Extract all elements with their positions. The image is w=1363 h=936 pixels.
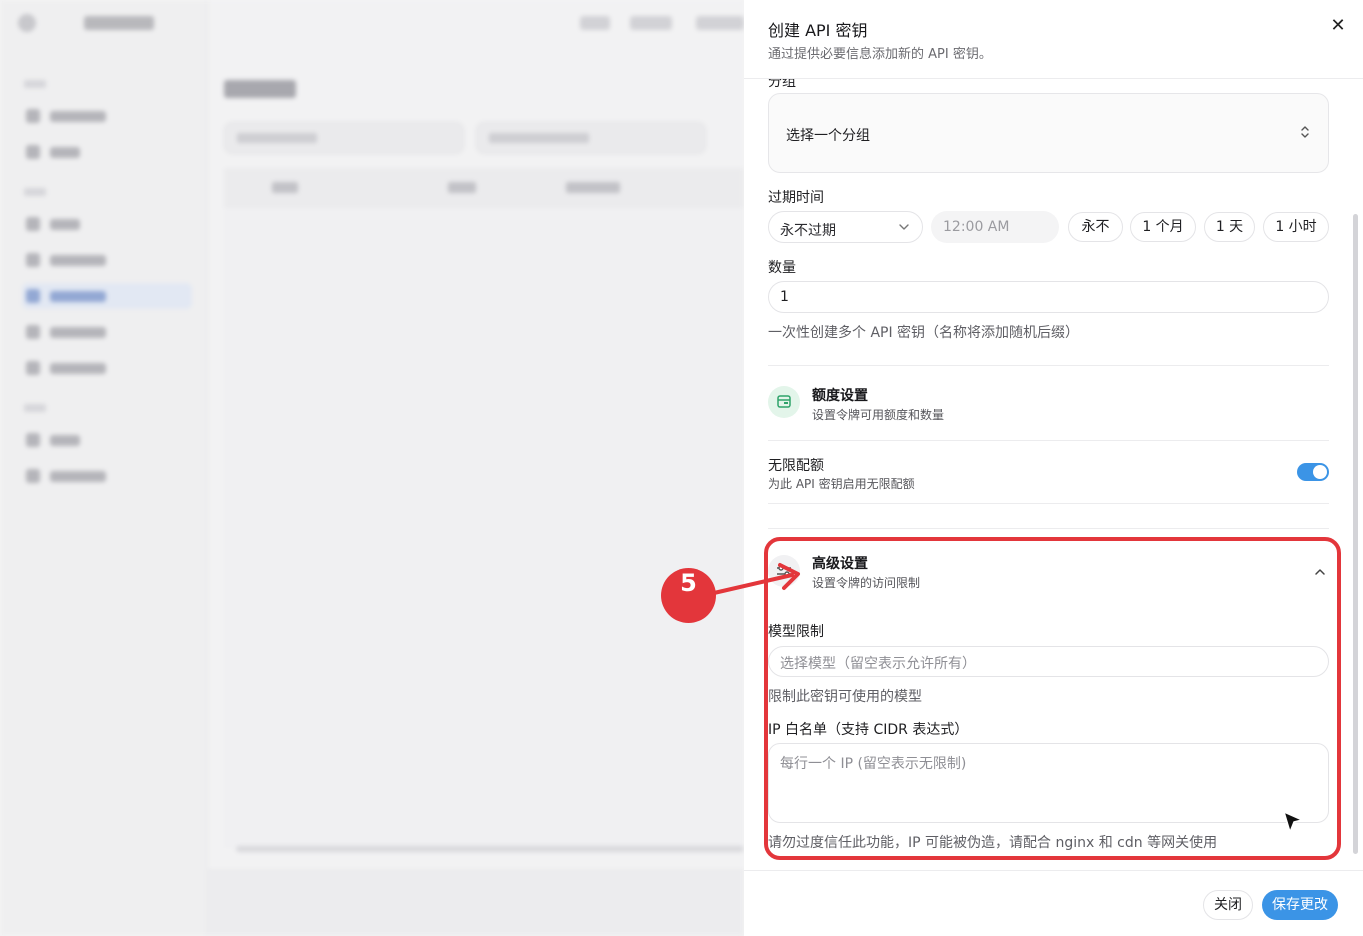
sidebar-item <box>22 355 192 381</box>
ip-whitelist-placeholder: 每行一个 IP (留空表示无限制) <box>780 756 967 772</box>
drawer-body: 分组 选择一个分组 过期时间 永不过期 12:00 AM 永不 1 个月 1 天… <box>744 79 1363 870</box>
divider <box>768 528 1329 529</box>
ip-whitelist-help: 请勿过度信任此功能，IP 可能被伪造，请配合 nginx 和 cdn 等网关使用 <box>768 835 1218 851</box>
mouse-cursor-icon <box>1283 811 1303 833</box>
model-limit-select[interactable]: 选择模型（留空表示允许所有） <box>768 646 1329 677</box>
unlimited-quota-title: 无限配额 <box>768 458 824 474</box>
page-title <box>224 80 296 98</box>
table-header-cell <box>272 182 298 193</box>
sidebar-item <box>22 319 192 345</box>
group-select[interactable]: 选择一个分组 <box>768 93 1329 173</box>
model-limit-placeholder: 选择模型（留空表示允许所有） <box>780 656 976 672</box>
expiry-time-placeholder: 12:00 AM <box>943 219 1010 235</box>
expiry-option-1-month[interactable]: 1 个月 <box>1130 212 1196 242</box>
background-footer <box>208 870 744 936</box>
sidebar-item <box>22 211 192 237</box>
sidebar-item <box>22 139 192 165</box>
group-select-placeholder: 选择一个分组 <box>786 128 870 144</box>
quantity-input[interactable]: 1 <box>768 281 1329 313</box>
sidebar-item <box>22 463 192 489</box>
expiry-select-value: 永不过期 <box>780 223 836 239</box>
model-limit-label: 模型限制 <box>768 624 824 640</box>
toggle-knob <box>1313 465 1327 479</box>
drawer-description: 通过提供必要信息添加新的 API 密钥。 <box>768 47 992 62</box>
chevron-up-down-icon <box>1301 126 1309 138</box>
ip-whitelist-label: IP 白名单（支持 CIDR 表达式） <box>768 722 969 738</box>
wallet-icon <box>768 386 800 418</box>
top-nav-link <box>630 16 672 30</box>
create-api-key-drawer: 创建 API 密钥 通过提供必要信息添加新的 API 密钥。 ✕ 分组 选择一个… <box>744 0 1363 936</box>
divider <box>768 503 1329 504</box>
advanced-section-subtitle: 设置令牌的访问限制 <box>812 576 921 590</box>
table-body <box>224 208 744 848</box>
chevron-up-icon[interactable] <box>1314 567 1326 577</box>
app-brand <box>84 16 154 30</box>
table-header <box>224 168 744 208</box>
quantity-label: 数量 <box>768 260 796 276</box>
expiry-time-input[interactable]: 12:00 AM <box>931 211 1059 243</box>
arrow-icon <box>712 563 800 595</box>
divider <box>768 365 1329 366</box>
sidebar-item <box>22 247 192 273</box>
sidebar-item-api-keys <box>22 283 192 309</box>
filter-input <box>476 122 706 154</box>
expiry-option-1-day[interactable]: 1 天 <box>1204 212 1255 242</box>
model-limit-help: 限制此密钥可使用的模型 <box>768 689 922 705</box>
group-label: 分组 <box>768 79 796 90</box>
expiry-label: 过期时间 <box>768 190 824 206</box>
top-nav-link <box>580 16 610 30</box>
advanced-section-title[interactable]: 高级设置 <box>812 553 868 573</box>
app-logo <box>18 14 36 32</box>
background-sidebar <box>0 0 208 936</box>
nav-section-heading <box>24 404 46 412</box>
quantity-value: 1 <box>780 289 789 305</box>
close-button[interactable]: 关闭 <box>1203 890 1253 920</box>
drawer-header: 创建 API 密钥 通过提供必要信息添加新的 API 密钥。 ✕ <box>744 0 1363 79</box>
top-nav-link <box>696 16 744 30</box>
filter-input <box>224 122 464 154</box>
quota-section-subtitle: 设置令牌可用额度和数量 <box>812 408 945 422</box>
nav-section-heading <box>24 80 46 88</box>
close-icon[interactable]: ✕ <box>1328 16 1348 36</box>
quantity-help: 一次性创建多个 API 密钥（名称将添加随机后缀） <box>768 325 1080 341</box>
divider <box>768 440 1329 441</box>
background-app <box>0 0 744 936</box>
save-button[interactable]: 保存更改 <box>1262 890 1338 920</box>
table-scrollbar <box>236 846 744 852</box>
table-header-cell <box>566 182 620 193</box>
expiry-option-1-hour[interactable]: 1 小时 <box>1263 212 1329 242</box>
sidebar-item <box>22 427 192 453</box>
expiry-option-never[interactable]: 永不 <box>1068 212 1123 242</box>
chevron-down-icon <box>899 224 909 230</box>
drawer-title: 创建 API 密钥 <box>768 21 868 40</box>
table-header-cell <box>448 182 476 193</box>
drawer-scrollbar[interactable] <box>1353 214 1358 854</box>
step-number-badge: 5 <box>661 568 716 623</box>
unlimited-quota-toggle[interactable] <box>1297 463 1329 481</box>
nav-section-heading <box>24 188 46 196</box>
drawer-footer: 关闭 保存更改 <box>744 870 1363 936</box>
quota-section-title: 额度设置 <box>812 388 868 404</box>
expiry-select[interactable]: 永不过期 <box>768 211 923 243</box>
sidebar-item <box>22 103 192 129</box>
unlimited-quota-subtitle: 为此 API 密钥启用无限配额 <box>768 477 915 491</box>
ip-whitelist-textarea[interactable]: 每行一个 IP (留空表示无限制) <box>768 743 1329 823</box>
